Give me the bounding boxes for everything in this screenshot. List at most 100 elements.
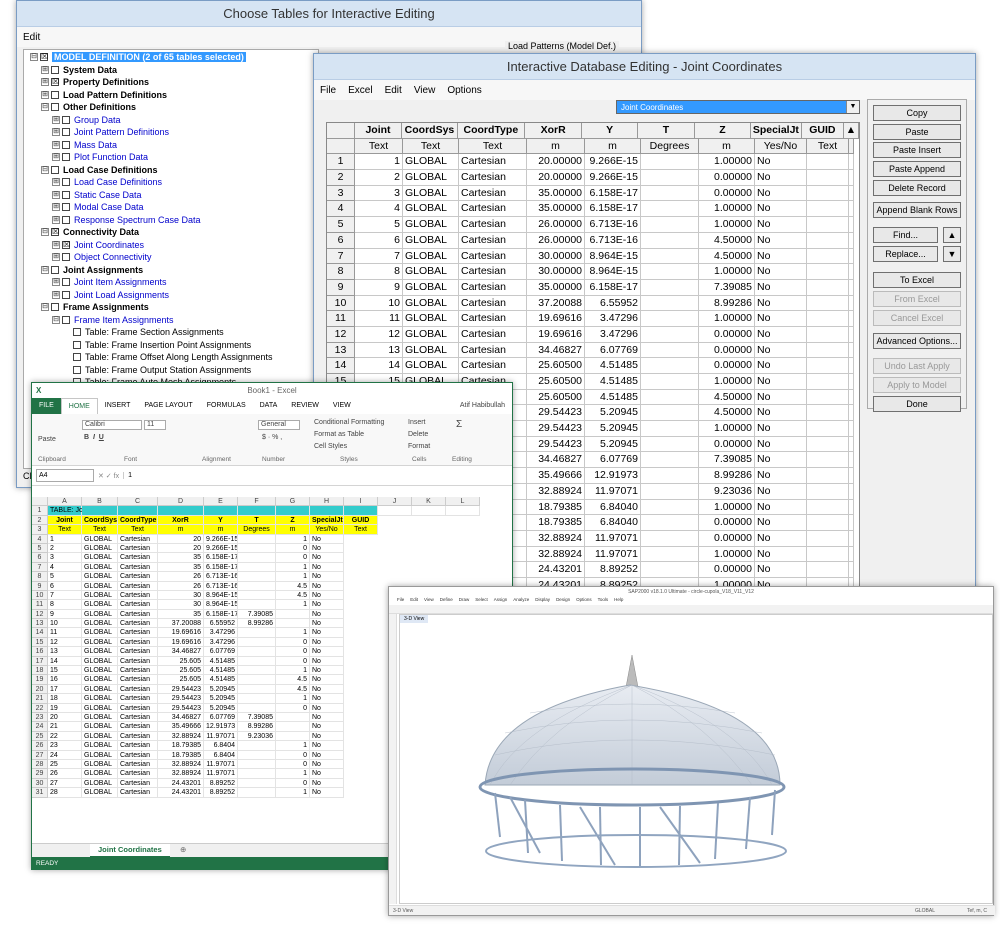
table-cell[interactable]: No [755, 436, 807, 453]
cell[interactable]: 28 [48, 788, 82, 798]
tree-node[interactable]: ⊟ Frame Assignments [30, 301, 318, 314]
table-cell[interactable] [641, 468, 699, 484]
cell[interactable]: 4.51485 [204, 666, 238, 676]
cell[interactable]: Cartesian [118, 703, 158, 713]
cell[interactable]: No [310, 647, 344, 657]
cell[interactable]: GLOBAL [82, 769, 118, 779]
column-letter[interactable]: D [158, 497, 204, 507]
table-cell[interactable]: GLOBAL [403, 358, 459, 374]
cell[interactable]: Cartesian [118, 788, 158, 798]
arrow-down-icon[interactable]: ▼ [943, 246, 961, 262]
table-cell[interactable]: Cartesian [459, 185, 527, 202]
cell[interactable]: Cartesian [118, 572, 158, 582]
unit-cell[interactable]: Text [344, 525, 378, 535]
cell[interactable]: No [310, 731, 344, 742]
cell[interactable]: 9.266E-15 [204, 543, 238, 554]
sap-menu-item[interactable]: Draw [459, 597, 470, 605]
ribbon-tab[interactable]: HOME [60, 397, 98, 415]
table-cell[interactable] [641, 217, 699, 233]
table-cell[interactable]: 32.88924 [527, 483, 585, 500]
cell[interactable]: 11.97071 [204, 759, 238, 770]
table-cell[interactable]: 35.00000 [527, 185, 585, 202]
cell[interactable]: 0 [276, 543, 310, 554]
cell[interactable]: 25.605 [158, 675, 204, 685]
cell[interactable]: 8.99286 [238, 722, 276, 732]
table-cell[interactable]: 12.91973 [585, 468, 641, 484]
table-cell[interactable]: 34.46827 [527, 452, 585, 469]
cell[interactable]: 7 [48, 590, 82, 601]
cell[interactable]: No [310, 750, 344, 760]
sap-menu-item[interactable]: Select [475, 597, 488, 605]
find-button[interactable]: Find... [873, 227, 938, 243]
table-cell[interactable]: No [755, 154, 807, 171]
cell[interactable]: Cartesian [118, 562, 158, 573]
table-cell[interactable]: 9.266E-15 [585, 154, 641, 171]
apply-to-model-button[interactable]: Apply to Model [873, 377, 961, 393]
checkbox[interactable] [62, 190, 70, 199]
tree-node[interactable]: ⊞ Joint Load Assignments [30, 289, 318, 302]
table-cell[interactable]: 1.00000 [699, 264, 755, 280]
table-cell[interactable]: 1.00000 [699, 311, 755, 327]
table-cell[interactable] [641, 264, 699, 280]
cell[interactable]: No [310, 553, 344, 563]
cell[interactable]: 25.605 [158, 666, 204, 676]
table-cell[interactable]: No [755, 170, 807, 186]
table-cell[interactable] [641, 436, 699, 453]
table-cell[interactable]: 9.266E-15 [585, 170, 641, 186]
cell[interactable]: GLOBAL [82, 750, 118, 760]
cell[interactable]: 24.43201 [158, 778, 204, 789]
cell[interactable]: No [310, 666, 344, 676]
cell[interactable]: No [310, 741, 344, 751]
arrow-up-icon[interactable]: ▲ [943, 227, 961, 243]
menu-item[interactable]: View [414, 85, 436, 96]
column-letter[interactable]: K [412, 497, 446, 507]
checkbox[interactable] [62, 203, 70, 212]
table-cell[interactable] [807, 483, 849, 500]
checkbox[interactable] [51, 90, 59, 99]
table-cell[interactable] [641, 326, 699, 343]
tree-node[interactable]: Table: Frame Section Assignments [30, 326, 318, 339]
table-cell[interactable]: 12 [355, 326, 403, 343]
table-cell[interactable]: 1.00000 [699, 499, 755, 516]
cell[interactable] [238, 628, 276, 638]
tree-node[interactable]: ⊞ Load Case Definitions [30, 176, 318, 189]
table-cell[interactable] [641, 483, 699, 500]
table-cell[interactable] [807, 405, 849, 422]
cell[interactable]: Cartesian [118, 741, 158, 751]
cell[interactable]: 11 [48, 628, 82, 638]
table-cell[interactable]: 24.43201 [527, 562, 585, 578]
table-cell[interactable]: 4.51485 [585, 358, 641, 374]
cell[interactable] [238, 637, 276, 648]
table-cell[interactable] [807, 326, 849, 343]
cell[interactable]: 0 [276, 703, 310, 713]
expand-icon[interactable]: ⊟ [41, 103, 49, 112]
copy-button[interactable]: Copy [873, 105, 961, 121]
from-excel-button[interactable]: From Excel [873, 291, 961, 307]
checkbox[interactable] [51, 303, 59, 312]
cell[interactable] [276, 619, 310, 629]
cell[interactable]: GLOBAL [82, 666, 118, 676]
sap-left-toolbar[interactable] [389, 614, 397, 904]
checkbox[interactable] [62, 215, 70, 224]
table-cell[interactable]: No [755, 279, 807, 296]
table-cell[interactable]: 6.158E-17 [585, 279, 641, 296]
cell[interactable]: 17 [48, 684, 82, 695]
column-header[interactable]: Y [582, 123, 638, 139]
cell[interactable]: GLOBAL [82, 581, 118, 591]
sap-menu-item[interactable]: Analyze [513, 597, 529, 605]
bold-italic-underline[interactable]: B I U [84, 434, 104, 441]
cell[interactable]: GLOBAL [82, 684, 118, 695]
name-box[interactable]: A4 [36, 469, 94, 482]
table-cell[interactable]: 34.46827 [527, 342, 585, 359]
table-cell[interactable]: 11 [355, 311, 403, 327]
cell[interactable]: 14 [48, 656, 82, 667]
table-cell[interactable] [807, 374, 849, 390]
expand-icon[interactable]: ⊞ [41, 65, 49, 74]
table-cell[interactable]: 37.20088 [527, 295, 585, 312]
cell[interactable]: No [310, 628, 344, 638]
table-cell[interactable]: 1.00000 [699, 374, 755, 390]
tree-node[interactable]: ⊟ Joint Assignments [30, 264, 318, 277]
table-cell[interactable]: 19.69616 [527, 311, 585, 327]
cell[interactable] [238, 543, 276, 554]
cell[interactable]: 18.79385 [158, 750, 204, 760]
